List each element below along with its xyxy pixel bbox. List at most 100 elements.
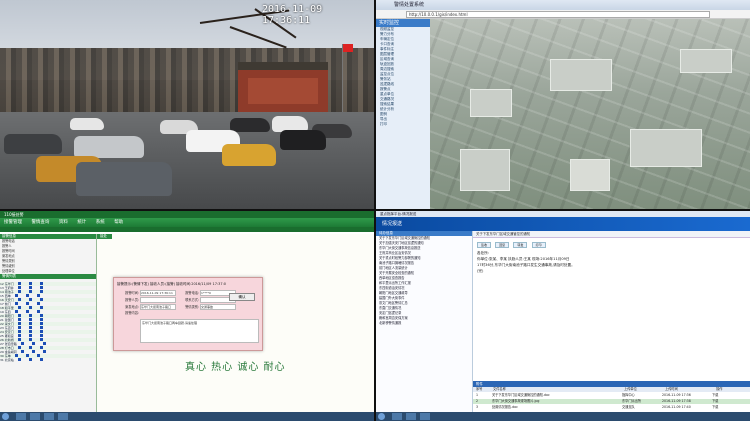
camera-feed-panel[interactable]: 2016-11-09 17:36:11	[0, 0, 374, 209]
list-item[interactable]: 31 北京站	[0, 358, 96, 362]
table-row[interactable]: 1 关于下发东华门区域交通管控的通知.doc 指挥中心 2016-11-09 17:3…	[473, 393, 750, 398]
reply-button[interactable]: 回复	[495, 242, 510, 248]
table-cell: 东华门大街交通事故现场照片.jpg	[492, 399, 540, 403]
menu-item[interactable]: 警情查询	[31, 220, 49, 225]
call-main-header: 接处	[97, 234, 112, 239]
status-marker-icon	[20, 350, 24, 353]
attachment-table-header: 序号 文件名称 上传单位 上传时间 操作	[473, 387, 750, 392]
flag	[343, 44, 353, 52]
sidebar-item[interactable]: 打印	[376, 122, 430, 127]
status-marker-icon	[39, 290, 43, 293]
gis-sidebar: 实时监控 视频监控 警力分布 车辆定位 卡口查询 事件标注 图层管理 区域查询 轨迹回放 周边搜…	[376, 19, 431, 209]
satellite-map[interactable]	[430, 19, 750, 209]
table-cell: 3	[476, 405, 479, 409]
taskbar-app-icon[interactable]	[16, 413, 26, 420]
status-marker-icon	[25, 294, 29, 297]
status-marker-icon	[39, 334, 43, 337]
status-marker-icon	[17, 318, 21, 321]
gis-browser-window[interactable]: 警情处置系统 http://10.0.0.1/gis/index.html 实时…	[376, 0, 750, 209]
taxi	[222, 144, 276, 166]
taskbar-app-icon[interactable]	[406, 413, 416, 420]
status-marker-icon	[28, 358, 32, 361]
table-row[interactable]: 2 东华门大街交通事故现场照片.jpg 东华门派出所 2016-11-09 17:38…	[473, 399, 750, 404]
print-button[interactable]: 打印	[531, 242, 546, 248]
status-marker-icon	[28, 298, 32, 301]
table-cell: 下载	[712, 405, 719, 409]
report-content-area[interactable]: 东华门大街南池子路口两车刮蹭,请速处理	[140, 319, 259, 343]
status-marker-icon	[25, 354, 29, 357]
status-marker-icon	[39, 318, 43, 321]
map-building	[570, 159, 610, 191]
status-marker-icon	[17, 326, 21, 329]
car	[70, 118, 104, 130]
col-header: 操作	[716, 387, 723, 391]
map-building	[630, 129, 702, 167]
taskbar-app-icon[interactable]	[58, 413, 68, 420]
status-marker-icon	[31, 342, 35, 345]
car	[230, 118, 270, 132]
address-bar[interactable]: http://10.0.0.1/gis/index.html	[406, 11, 710, 18]
car	[4, 134, 62, 154]
forward-button[interactable]: 转发	[513, 242, 528, 248]
status-marker-icon	[39, 358, 43, 361]
taskbar	[0, 412, 374, 421]
status-marker-icon	[28, 322, 32, 325]
call-system-toolbar	[0, 227, 374, 232]
call-list: 12 东华门 13 王府井 14 南池子 15 西单 16 天安门 17 前门 18 和平里…	[0, 282, 96, 362]
menu-item[interactable]: 接警管理	[4, 220, 22, 225]
call-main-panel: 接处 接警提示:(警情下发) 接收人员:(接警) 接收时间:2016/11/09…	[97, 234, 374, 412]
menu-item[interactable]: 统计	[77, 220, 86, 225]
col-header: 上传时间	[665, 387, 678, 391]
table-row[interactable]: 3 处置情况报告.doc 交通支队 2016-11-09 17:40 下载	[473, 405, 750, 410]
menu-item[interactable]: 帮助	[114, 220, 123, 225]
status-marker-icon	[25, 302, 29, 305]
status-marker-icon	[17, 338, 21, 341]
menu-item[interactable]: 系统	[96, 220, 105, 225]
status-marker-icon	[28, 326, 32, 329]
status-marker-icon	[28, 338, 32, 341]
dispatch-window[interactable]: 重点指挥平台-情况报送 情况报送 首页 信息报送 信息查询 信息处理 统计分析 …	[376, 211, 750, 421]
start-icon[interactable]	[378, 413, 385, 420]
status-marker-icon	[39, 298, 43, 301]
taskbar-app-icon[interactable]	[392, 413, 402, 420]
todo-item[interactable]: 北新桥警情通报	[376, 321, 472, 326]
sign-button[interactable]: 签收	[477, 242, 492, 248]
table-cell: 下载	[712, 393, 719, 397]
status-marker-icon	[25, 310, 29, 313]
table-cell: 关于下发东华门区域交通管控的通知.doc	[492, 393, 550, 397]
browser-title: 警情处置系统	[376, 0, 750, 10]
wall-divider-horizontal	[0, 209, 750, 211]
status-marker-icon	[36, 294, 40, 297]
call-system-menu: 接警管理 警情查询 资料 统计 系统 帮助	[0, 218, 374, 227]
sidebar-title: 实时监控	[376, 19, 430, 27]
status-marker-icon	[28, 346, 32, 349]
taskbar-app-icon[interactable]	[30, 413, 40, 420]
status-marker-icon	[17, 306, 21, 309]
status-marker-icon	[14, 354, 18, 357]
status-marker-icon	[39, 282, 43, 285]
status-marker-icon	[17, 282, 21, 285]
alert-dialog[interactable]: 接警提示:(警情下发) 接收人员:(接警) 接收时间:2016/11/09 17…	[113, 277, 263, 351]
status-marker-icon	[14, 310, 18, 313]
car	[280, 130, 326, 150]
col-header: 序号	[476, 387, 483, 391]
table-cell: 2016-11-09 17:38	[662, 399, 691, 403]
call-list-header: 警情列表	[0, 274, 96, 279]
detail-panel: 关于下发东华门区域交通管控的通知 签收 回复 转发 打印 各处所: 你单位:张某…	[473, 231, 750, 412]
table-cell: 1	[476, 393, 479, 397]
status-marker-icon	[39, 326, 43, 329]
status-marker-icon	[17, 286, 21, 289]
taskbar-app-icon[interactable]	[420, 413, 430, 420]
confirm-button[interactable]: 确认	[229, 293, 255, 301]
map-building	[470, 89, 512, 117]
status-marker-icon	[28, 330, 32, 333]
status-marker-icon	[17, 334, 21, 337]
status-marker-icon	[28, 282, 32, 285]
status-marker-icon	[36, 354, 40, 357]
status-marker-icon	[17, 298, 21, 301]
call-system-window[interactable]: 110接处警 接警管理 警情查询 资料 统计 系统 帮助 接警信息 报警电话 报警…	[0, 211, 374, 421]
menu-item[interactable]: 资料	[59, 220, 68, 225]
taskbar-app-icon[interactable]	[44, 413, 54, 420]
start-icon[interactable]	[2, 413, 9, 420]
status-marker-icon	[39, 314, 43, 317]
